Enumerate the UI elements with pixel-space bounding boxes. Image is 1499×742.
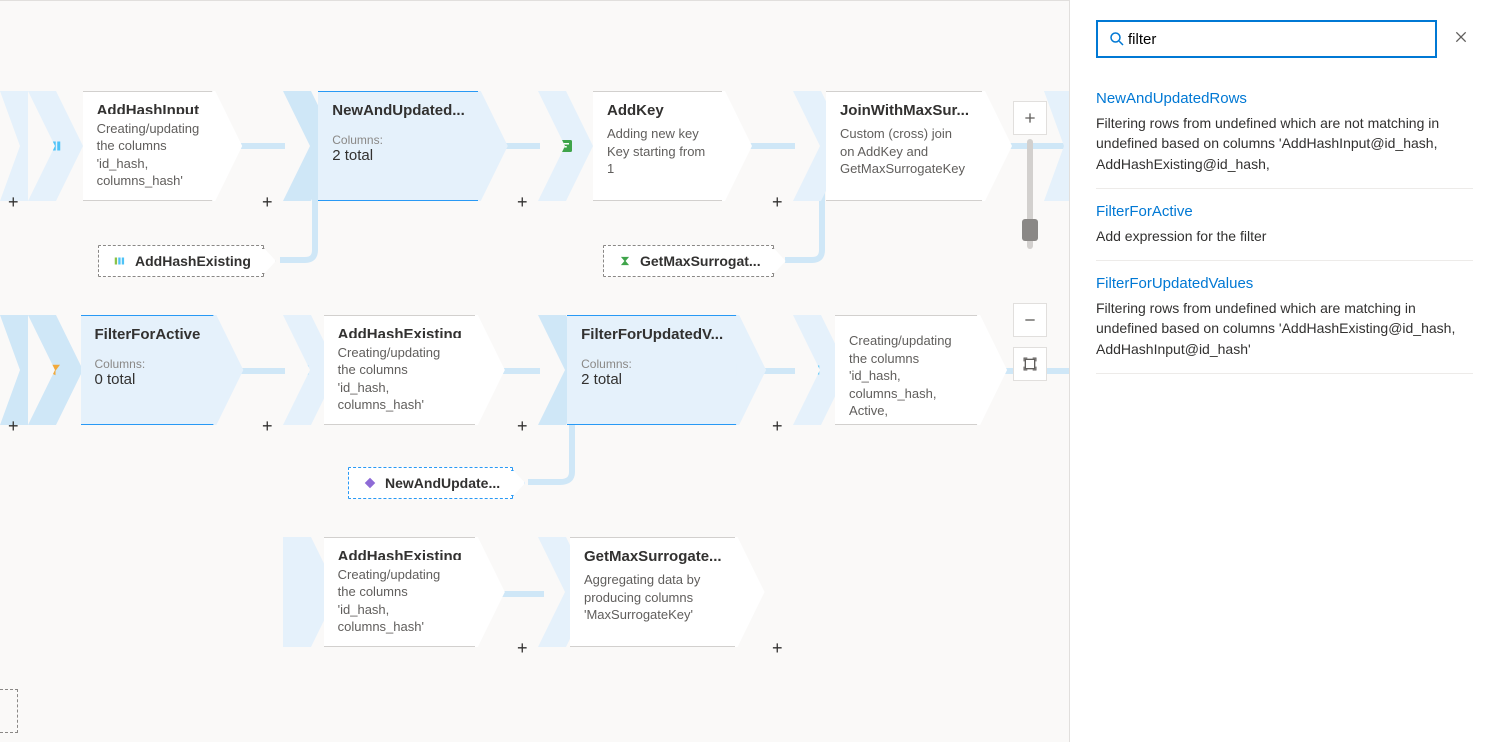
exists-icon — [361, 474, 379, 492]
surrogate-key-icon — [557, 137, 575, 155]
add-step-button[interactable]: + — [772, 639, 783, 657]
derived-column-icon — [111, 252, 129, 270]
canvas-area[interactable]: AddHashInput Creating/updating the colum… — [0, 0, 1069, 742]
add-step-button[interactable]: + — [262, 193, 273, 211]
add-step-button[interactable]: + — [262, 417, 273, 435]
node-desc: Creating/updating the columns 'id_hash, … — [97, 120, 200, 190]
ref-addhashexisting[interactable]: AddHashExisting — [98, 245, 264, 277]
result-title[interactable]: NewAndUpdatedRows — [1096, 90, 1473, 107]
add-step-button[interactable]: + — [517, 639, 528, 657]
columns-label: Columns: — [332, 133, 465, 147]
node-title: AddHashExisting — [338, 548, 462, 560]
add-step-button[interactable]: + — [8, 417, 19, 435]
node-title: AddHashInput — [97, 102, 200, 114]
close-search-button[interactable] — [1449, 25, 1473, 54]
ref-label: AddHashExisting — [135, 253, 251, 269]
node-desc: Custom (cross) join on AddKey and GetMax… — [840, 125, 969, 178]
node-desc: Adding new key Key starting from 1 — [607, 125, 709, 178]
node-title: JoinWithMaxSur... — [840, 102, 969, 119]
zoom-thumb[interactable] — [1022, 219, 1038, 241]
search-panel: NewAndUpdatedRows Filtering rows from un… — [1069, 0, 1499, 742]
search-input[interactable] — [1126, 30, 1425, 49]
result-desc: Filtering rows from undefined which are … — [1096, 298, 1473, 359]
join-icon — [800, 137, 818, 155]
columns-value: 2 total — [581, 371, 723, 388]
node-desc: Aggregating data by producing columns 'M… — [584, 571, 722, 624]
result-title[interactable]: FilterForActive — [1096, 203, 1473, 220]
node-newandupdatedrows[interactable]: NewAndUpdated... Columns: 2 total — [283, 91, 498, 201]
node-filterforactive[interactable]: FilterForActive Columns: 0 total — [28, 315, 243, 425]
node-title: NewAndUpdated... — [332, 102, 465, 119]
node-title: AddKey — [607, 102, 709, 119]
aggregate-icon — [616, 252, 634, 270]
exists-icon — [292, 137, 310, 155]
ref-label: GetMaxSurrogat... — [640, 253, 761, 269]
ref-label: NewAndUpdate... — [385, 475, 500, 491]
add-step-button[interactable]: + — [8, 193, 19, 211]
exists-icon — [544, 361, 562, 379]
search-result[interactable]: FilterForActive Add expression for the f… — [1096, 189, 1473, 261]
node-addhashexisting-3[interactable]: . AddHashExisting Creating/updating the … — [283, 537, 498, 647]
ref-newandupdated[interactable]: NewAndUpdate... — [348, 467, 513, 499]
add-step-button[interactable]: + — [772, 417, 783, 435]
add-step-button[interactable]: + — [517, 417, 528, 435]
next-node-lead[interactable] — [1044, 91, 1069, 201]
filter-icon — [45, 361, 63, 379]
aggregate-icon — [545, 583, 563, 601]
zoom-in-button[interactable] — [1013, 101, 1047, 135]
ref-getmaxsurrogate[interactable]: GetMaxSurrogat... — [603, 245, 774, 277]
search-box[interactable] — [1096, 20, 1437, 58]
search-result[interactable]: FilterForUpdatedValues Filtering rows fr… — [1096, 261, 1473, 374]
node-desc: Creating/updating the columns 'id_hash, … — [338, 566, 462, 636]
node-addkey[interactable]: AddKey Adding new key Key starting from … — [538, 91, 753, 201]
node-title: FilterForUpdatedV... — [581, 326, 723, 343]
source-stub[interactable] — [0, 689, 18, 733]
columns-label: Columns: — [95, 357, 201, 371]
node-title: GetMaxSurrogate... — [584, 548, 722, 565]
search-icon — [1108, 30, 1126, 48]
result-title[interactable]: FilterForUpdatedValues — [1096, 275, 1473, 292]
columns-value: 0 total — [95, 371, 201, 388]
zoom-out-button[interactable] — [1013, 303, 1047, 337]
add-step-button[interactable]: + — [517, 193, 528, 211]
derived-column-icon — [46, 137, 64, 155]
columns-value: 2 total — [332, 147, 465, 164]
node-joinwithmaxsurrogate[interactable]: JoinWithMaxSur... Custom (cross) join on… — [793, 91, 1001, 201]
columns-label: Columns: — [581, 357, 723, 371]
result-desc: Add expression for the filter — [1096, 226, 1473, 246]
search-result[interactable]: NewAndUpdatedRows Filtering rows from un… — [1096, 76, 1473, 189]
node-desc: Creating/updating the columns 'id_hash, … — [338, 344, 462, 414]
search-results: NewAndUpdatedRows Filtering rows from un… — [1096, 76, 1473, 374]
node-title: AddHashExisting — [338, 326, 462, 338]
node-addhashinput[interactable]: AddHashInput Creating/updating the colum… — [28, 91, 243, 201]
zoom-slider[interactable] — [1027, 139, 1033, 249]
add-step-button[interactable]: + — [772, 193, 783, 211]
node-updateobsolete[interactable]: UpdateObsolete Creating/updating the col… — [793, 315, 1001, 425]
result-desc: Filtering rows from undefined which are … — [1096, 113, 1473, 174]
node-title: FilterForActive — [95, 326, 201, 343]
node-filterforupdatedvalues[interactable]: FilterForUpdatedV... Columns: 2 total — [538, 315, 753, 425]
derived-column-icon — [294, 361, 312, 379]
node-getmaxsurrogate[interactable]: GetMaxSurrogate... Aggregating data by p… — [538, 537, 753, 647]
fit-to-screen-button[interactable] — [1013, 347, 1047, 381]
derived-column-icon — [805, 361, 823, 379]
node-addhashexisting[interactable]: AddHashExisting Creating/updating the co… — [283, 315, 498, 425]
node-desc: Creating/updating the columns 'id_hash, … — [849, 332, 964, 420]
